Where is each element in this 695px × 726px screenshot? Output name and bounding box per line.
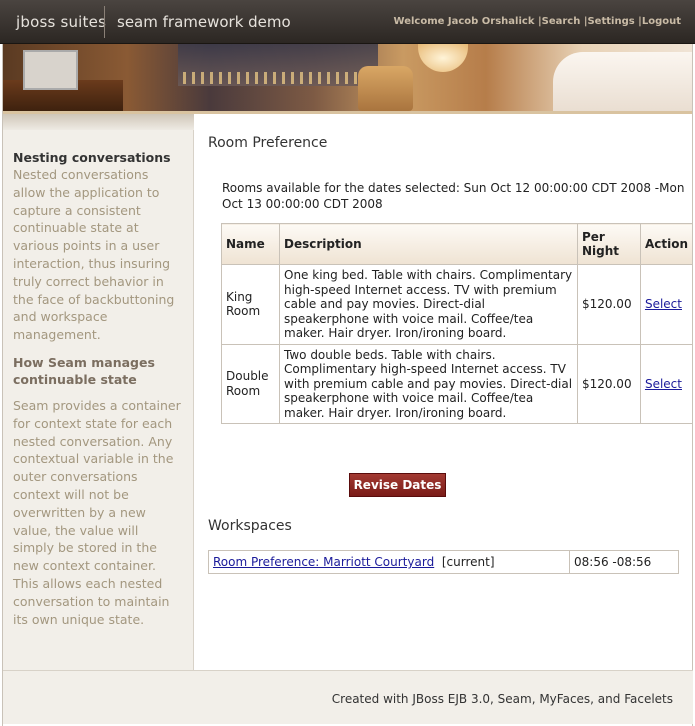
table-header-row: Name Description Per Night Action [221, 223, 694, 265]
column-header-description: Description [279, 223, 578, 265]
select-king-room-link[interactable]: Select [645, 297, 682, 311]
sidebar-heading-nesting: Nesting conversations [13, 150, 171, 165]
nav-settings-link[interactable]: Settings [587, 16, 634, 27]
brand-primary: jboss suites [16, 13, 107, 31]
revise-dates-button[interactable]: Revise Dates [349, 473, 446, 497]
workspace-cell: Room Preference: Marriott Courtyard [cur… [208, 550, 570, 574]
brand-secondary: seam framework demo [117, 13, 291, 31]
welcome-text: Welcome Jacob Orshalick [393, 16, 535, 27]
workspaces-title: Workspaces [208, 518, 292, 534]
header-bar: jboss suites seam framework demo Welcome… [0, 0, 695, 44]
sidebar-paragraph-nesting: Nested conversations allow the applicati… [13, 167, 175, 343]
column-header-per-night: Per Night [576, 223, 641, 265]
room-action-cell: Select [639, 343, 694, 424]
nav-logout-link[interactable]: Logout [642, 16, 681, 27]
room-price: $120.00 [576, 264, 641, 345]
column-header-name: Name [221, 223, 280, 265]
banner-city-lights [183, 72, 373, 84]
banner-chair [358, 66, 413, 111]
nav-search-link[interactable]: Search [542, 16, 581, 27]
banner-bed [553, 52, 693, 114]
page-title: Room Preference [208, 135, 328, 151]
footer: Created with JBoss EJB 3.0, Seam, MyFace… [3, 670, 693, 724]
room-description: One king bed. Table with chairs. Complim… [279, 264, 578, 345]
workspace-row: Room Preference: Marriott Courtyard [cur… [208, 550, 679, 574]
brand-divider [104, 6, 105, 38]
banner-image [3, 44, 693, 114]
sidebar: Nesting conversations Nested conversatio… [3, 130, 194, 670]
workspaces-table: Room Preference: Marriott Courtyard [cur… [208, 550, 679, 574]
room-name: King Room [221, 264, 280, 345]
top-navigation: Welcome Jacob Orshalick |Search |Setting… [393, 16, 681, 27]
select-double-room-link[interactable]: Select [645, 377, 682, 391]
workspace-time: 08:56 -08:56 [569, 550, 679, 574]
banner-lamp [418, 44, 468, 72]
table-row: King Room One king bed. Table with chair… [221, 264, 694, 345]
room-action-cell: Select [639, 264, 694, 345]
room-name: Double Room [221, 343, 280, 424]
column-header-action: Action [639, 223, 694, 265]
workspace-status: [current] [441, 555, 495, 569]
rooms-table: Name Description Per Night Action King R… [221, 223, 694, 424]
sidebar-heading-state: How Seam manages continuable state [13, 354, 155, 387]
table-row: Double Room Two double beds. Table with … [221, 343, 694, 424]
room-description: Two double beds. Table with chairs. Comp… [279, 343, 578, 424]
sidebar-paragraph-state: Seam provides a container for context st… [13, 397, 181, 627]
room-price: $120.00 [576, 343, 641, 424]
banner-monitor [23, 50, 78, 90]
footer-text: Created with JBoss EJB 3.0, Seam, MyFace… [331, 692, 673, 706]
workspace-link[interactable]: Room Preference: Marriott Courtyard [213, 555, 434, 569]
availability-text: Rooms available for the dates selected: … [222, 181, 685, 211]
